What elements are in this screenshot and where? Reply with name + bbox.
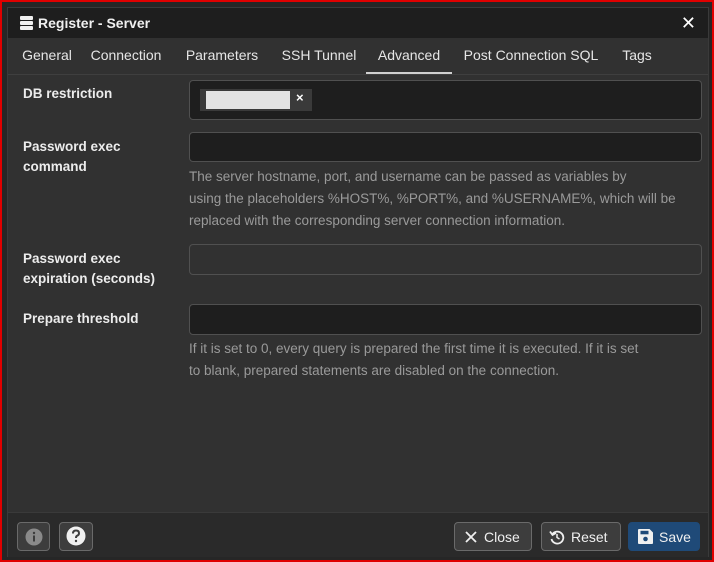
- dialog-title: Register - Server: [38, 15, 151, 31]
- help-line: If it is set to 0, every query is prepar…: [189, 341, 639, 356]
- db-restriction-label: DB restriction: [23, 86, 113, 101]
- close-button[interactable]: Close: [454, 522, 532, 551]
- password-exec-command-label: Password exec command: [23, 137, 121, 177]
- help-line: to blank, prepared statements are disabl…: [189, 363, 559, 378]
- dialog-footer: Close Reset Save: [8, 512, 708, 557]
- prepare-threshold-help: If it is set to 0, every query is prepar…: [189, 338, 709, 382]
- password-exec-command-input[interactable]: [189, 132, 702, 162]
- db-restriction-select[interactable]: ×: [189, 80, 702, 120]
- help-button[interactable]: [59, 522, 93, 551]
- password-exec-expiration-label: Password exec expiration (seconds): [23, 249, 155, 289]
- prepare-threshold-input[interactable]: [189, 304, 702, 335]
- password-exec-command-label-line1: Password exec: [23, 139, 121, 154]
- tab-connection[interactable]: Connection: [84, 46, 168, 74]
- tab-advanced[interactable]: Advanced: [366, 46, 452, 74]
- chip-remove-icon[interactable]: ×: [296, 90, 304, 105]
- save-button-label: Save: [659, 529, 691, 545]
- help-line: replaced with the corresponding server c…: [189, 213, 565, 228]
- reset-button-label: Reset: [571, 529, 608, 545]
- save-button[interactable]: Save: [628, 522, 700, 551]
- tab-post-connection-sql[interactable]: Post Connection SQL: [457, 46, 605, 74]
- tab-ssh-tunnel[interactable]: SSH Tunnel: [274, 46, 364, 74]
- help-line: The server hostname, port, and username …: [189, 169, 627, 184]
- tab-parameters[interactable]: Parameters: [176, 46, 268, 74]
- server-icon: [20, 16, 33, 35]
- close-icon[interactable]: ✕: [681, 13, 696, 33]
- register-server-dialog: Register - Server ✕ General Connection P…: [7, 7, 709, 557]
- password-exec-expiration-label-line2: expiration (seconds): [23, 271, 156, 286]
- password-exec-expiration-label-line1: Password exec: [23, 251, 121, 266]
- tab-general[interactable]: General: [12, 46, 82, 74]
- screenshot-frame: Register - Server ✕ General Connection P…: [0, 0, 714, 562]
- info-button[interactable]: [17, 522, 50, 551]
- chip-value: [206, 91, 290, 109]
- password-exec-expiration-input[interactable]: [189, 244, 702, 275]
- tab-tags[interactable]: Tags: [614, 46, 660, 74]
- password-exec-command-help: The server hostname, port, and username …: [189, 166, 709, 232]
- tab-bar: General Connection Parameters SSH Tunnel…: [8, 38, 708, 75]
- help-line: using the placeholders %HOST%, %PORT%, a…: [189, 191, 676, 206]
- prepare-threshold-label: Prepare threshold: [23, 311, 139, 326]
- reset-button[interactable]: Reset: [541, 522, 621, 551]
- db-restriction-chip: ×: [200, 89, 312, 111]
- close-button-label: Close: [484, 529, 520, 545]
- title-bar[interactable]: Register - Server ✕: [8, 8, 708, 38]
- password-exec-command-label-line2: command: [23, 159, 87, 174]
